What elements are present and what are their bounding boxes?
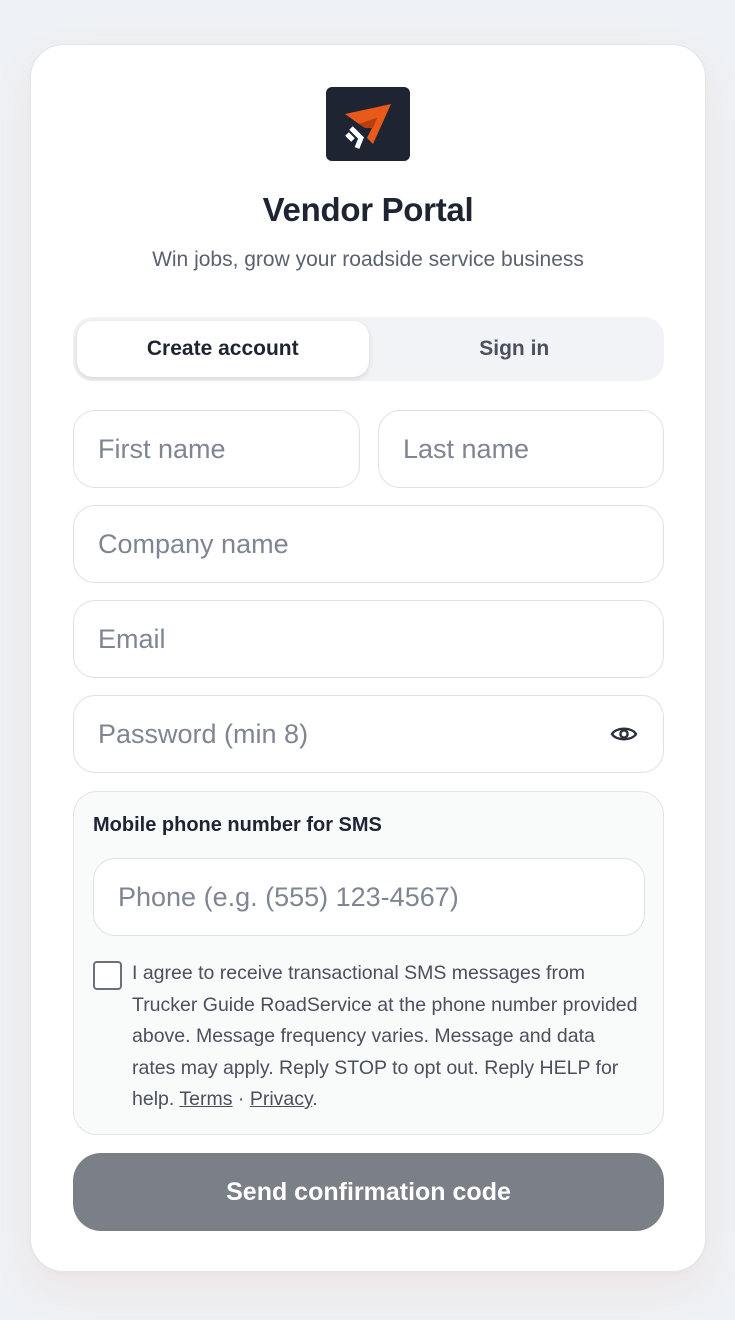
- sms-label: Mobile phone number for SMS: [93, 814, 382, 836]
- brand-logo: [326, 87, 410, 161]
- send-confirmation-button[interactable]: Send confirmation code: [73, 1153, 664, 1231]
- password-field[interactable]: [73, 695, 664, 773]
- terms-link[interactable]: Terms: [179, 1088, 232, 1110]
- sms-consent-text: I agree to receive transactional SMS mes…: [132, 958, 640, 1116]
- sms-section: Mobile phone number for SMS I agree to r…: [73, 791, 664, 1135]
- consent-end: .: [312, 1088, 318, 1110]
- auth-tabs: Create account Sign in: [73, 317, 664, 381]
- tab-create-account[interactable]: Create account: [77, 321, 369, 377]
- trucker-guide-logo-icon: [345, 104, 391, 149]
- sms-consent-checkbox[interactable]: [93, 961, 122, 990]
- page-subtitle: Win jobs, grow your roadside service bus…: [152, 248, 584, 271]
- email-field[interactable]: [73, 600, 664, 678]
- phone-input[interactable]: [118, 881, 620, 913]
- last-name-input[interactable]: [403, 433, 639, 465]
- email-input[interactable]: [98, 623, 639, 655]
- tab-sign-in[interactable]: Sign in: [369, 321, 661, 377]
- password-input[interactable]: [98, 718, 609, 750]
- phone-field[interactable]: [93, 858, 645, 936]
- eye-icon[interactable]: [609, 719, 639, 749]
- first-name-input[interactable]: [98, 433, 335, 465]
- company-name-field[interactable]: [73, 505, 664, 583]
- page-title: Vendor Portal: [262, 191, 474, 228]
- first-name-field[interactable]: [73, 410, 360, 488]
- link-separator: ·: [237, 1088, 245, 1110]
- signup-card: Vendor Portal Win jobs, grow your roadsi…: [30, 44, 706, 1272]
- privacy-link[interactable]: Privacy: [250, 1088, 312, 1110]
- last-name-field[interactable]: [378, 410, 664, 488]
- company-name-input[interactable]: [98, 528, 639, 560]
